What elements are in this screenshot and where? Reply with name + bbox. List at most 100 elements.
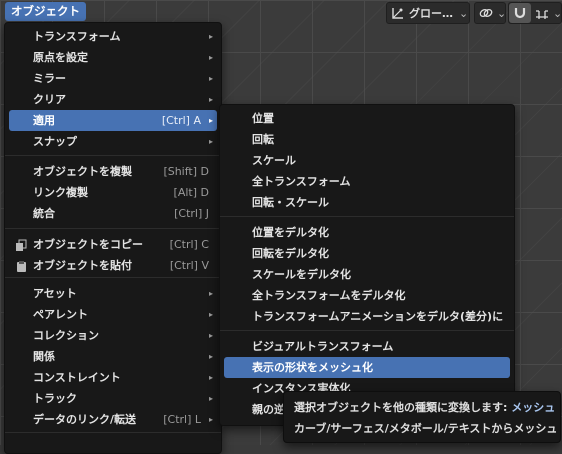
menu-item-label: スケールをデルタ化 [252, 268, 351, 281]
object-menu: トランスフォーム ▸ 原点を設定 ▸ ミラー ▸ クリア ▸ 適用 [Ctrl] A ▸ スナップ ▸ オ… [4, 22, 222, 454]
object-menu-item[interactable]: 適用 [Ctrl] A ▸ [9, 110, 217, 131]
chevron-down-icon: ⌄ [553, 6, 562, 20]
object-menu-item[interactable]: データのリンク/転送 [Ctrl] L ▸ [9, 409, 217, 430]
tooltip-target-type: メッシュ [511, 401, 556, 414]
apply-menu-item[interactable]: 回転 [224, 129, 510, 150]
tooltip-description: 選択オブジェクトを他の種類に変換します: [294, 401, 508, 414]
object-menu-item[interactable]: ペアレント ▸ [9, 304, 217, 325]
menu-item-label: コンストレイント [33, 371, 121, 384]
menu-item-label: 回転・スケール [252, 196, 329, 209]
submenu-arrow-icon: ▸ [208, 394, 213, 403]
menu-separator [5, 432, 221, 433]
object-menu-item[interactable]: 関係 ▸ [9, 346, 217, 367]
object-menu-item[interactable]: トランスフォーム ▸ [9, 26, 217, 47]
menu-item-label: トランスフォーム [33, 30, 121, 43]
apply-menu-item[interactable]: 位置をデルタ化 [224, 222, 510, 243]
menu-item-label: 関係 [33, 350, 55, 363]
object-menu-item[interactable]: ミラー ▸ [9, 68, 217, 89]
apply-menu-item[interactable]: スケール [224, 150, 510, 171]
menu-item-label: オブジェクトをコピー [33, 238, 143, 251]
menu-separator [5, 155, 221, 156]
menu-item-label: トランスフォームアニメーションをデルタ(差分)に [252, 310, 504, 323]
convert-tooltip: 選択オブジェクトを他の種類に変換します: メッシュ カーブ/サーフェス/メタボー… [283, 391, 561, 443]
menu-item-label: スケール [252, 154, 296, 167]
apply-menu-item[interactable]: スケールをデルタ化 [224, 264, 510, 285]
magnet-snap-icon[interactable] [509, 3, 531, 23]
apply-menu-item[interactable]: 全トランスフォームをデルタ化 [224, 285, 510, 306]
paste-icon [15, 259, 28, 272]
object-menu-item[interactable]: 原点を設定 ▸ [9, 47, 217, 68]
menu-item-label: コレクション [33, 329, 99, 342]
apply-menu-item[interactable]: 表示の形状をメッシュ化 [224, 357, 510, 378]
menu-item-label: スナップ [33, 135, 77, 148]
orientation-label: グロー… [409, 7, 453, 20]
submenu-arrow-icon: ▸ [208, 289, 213, 298]
menu-item-label: 親の逆 [252, 403, 285, 416]
shortcut-label: [Ctrl] C [169, 238, 209, 251]
menu-item-label: 原点を設定 [33, 51, 88, 64]
apply-menu-item[interactable]: 全トランスフォーム [224, 171, 510, 192]
menu-item-label: 回転 [252, 133, 274, 146]
shortcut-label: [Ctrl] L [163, 413, 201, 426]
menu-item-label: オブジェクトを貼付 [33, 259, 132, 272]
menu-item-label: リンク複製 [33, 186, 88, 199]
object-menu-item[interactable]: クリア ▸ [9, 89, 217, 110]
apply-menu-item[interactable]: 回転・スケール [224, 192, 510, 213]
submenu-arrow-icon: ▸ [208, 95, 213, 104]
object-menu-item[interactable]: トラック ▸ [9, 388, 217, 409]
menu-item-label: ミラー [33, 72, 66, 85]
menu-separator [220, 216, 514, 217]
submenu-arrow-icon: ▸ [208, 352, 213, 361]
submenu-arrow-icon: ▸ [208, 331, 213, 340]
object-menu-item[interactable]: オブジェクトを貼付 [Ctrl] V [9, 255, 217, 276]
object-menu-item[interactable]: コンストレイント ▸ [9, 367, 217, 388]
menu-item-label: 表示の形状をメッシュ化 [252, 361, 373, 374]
object-menu-tab[interactable]: オブジェクト [5, 2, 86, 21]
menu-item-label: 全トランスフォーム [252, 175, 351, 188]
transform-orientation-dropdown[interactable]: グロー… ⌄ [386, 2, 470, 24]
menu-item-label: トラック [33, 392, 77, 405]
submenu-arrow-icon: ▸ [208, 32, 213, 41]
shortcut-label: [Ctrl] V [169, 259, 209, 272]
object-menu-item[interactable]: スナップ ▸ [9, 131, 217, 152]
copy-icon [15, 238, 28, 251]
menu-item-label: ペアレント [33, 308, 88, 321]
apply-menu-item[interactable]: 位置 [224, 108, 510, 129]
menu-item-label: データのリンク/転送 [33, 413, 137, 426]
shortcut-label: [Ctrl] J [174, 207, 209, 220]
apply-menu-item[interactable]: ビジュアルトランスフォーム [224, 336, 510, 357]
object-menu-item[interactable]: コレクション ▸ [9, 325, 217, 346]
menu-item-label: ビジュアルトランスフォーム [252, 340, 394, 353]
apply-menu-item[interactable]: トランスフォームアニメーションをデルタ(差分)に [224, 306, 510, 327]
submenu-arrow-icon: ▸ [208, 74, 213, 83]
submenu-arrow-icon: ▸ [208, 137, 213, 146]
submenu-arrow-icon: ▸ [208, 415, 213, 424]
submenu-arrow-icon: ▸ [208, 53, 213, 62]
object-menu-item[interactable]: オブジェクトを複製 [Shift] D [9, 161, 217, 182]
chevron-down-icon: ⌄ [459, 6, 469, 20]
apply-menu-item[interactable]: 回転をデルタ化 [224, 243, 510, 264]
snap-grid-icon[interactable] [531, 3, 553, 23]
menu-item-label: アセット [33, 287, 77, 300]
tooltip-detail: カーブ/サーフェス/メタボール/テキストからメッシュ [294, 422, 558, 435]
apply-submenu: 位置回転スケール全トランスフォーム 回転・スケール 位置をデルタ化 回転をデルタ化スケ… [219, 104, 515, 426]
menu-item-label: 回転をデルタ化 [252, 247, 329, 260]
snapping-controls: ⌄ [508, 2, 562, 24]
submenu-arrow-icon: ▸ [208, 116, 213, 125]
shortcut-label: [Alt] D [173, 186, 209, 199]
menu-item-label: 位置 [252, 112, 274, 125]
menu-item-label: クリア [33, 93, 66, 106]
submenu-arrow-icon: ▸ [208, 310, 213, 319]
object-menu-item[interactable]: アセット ▸ [9, 283, 217, 304]
pivot-point-dropdown[interactable]: ⌄ [474, 2, 506, 24]
menu-item-label: 位置をデルタ化 [252, 226, 329, 239]
menu-item-label: 全トランスフォームをデルタ化 [252, 289, 406, 302]
object-menu-item[interactable]: リンク複製 [Alt] D [9, 182, 217, 203]
shortcut-label: [Ctrl] A [161, 114, 201, 127]
menu-item-label: オブジェクトを複製 [33, 165, 132, 178]
chevron-down-icon: ⌄ [497, 6, 507, 20]
object-menu-item[interactable]: 統合 [Ctrl] J [9, 203, 217, 224]
object-menu-item[interactable]: オブジェクトをコピー [Ctrl] C [9, 234, 217, 255]
menu-item-label: 統合 [33, 207, 55, 220]
viewport-header: オブジェクト グロー… ⌄ ⌄ ⌄ [0, 0, 562, 24]
